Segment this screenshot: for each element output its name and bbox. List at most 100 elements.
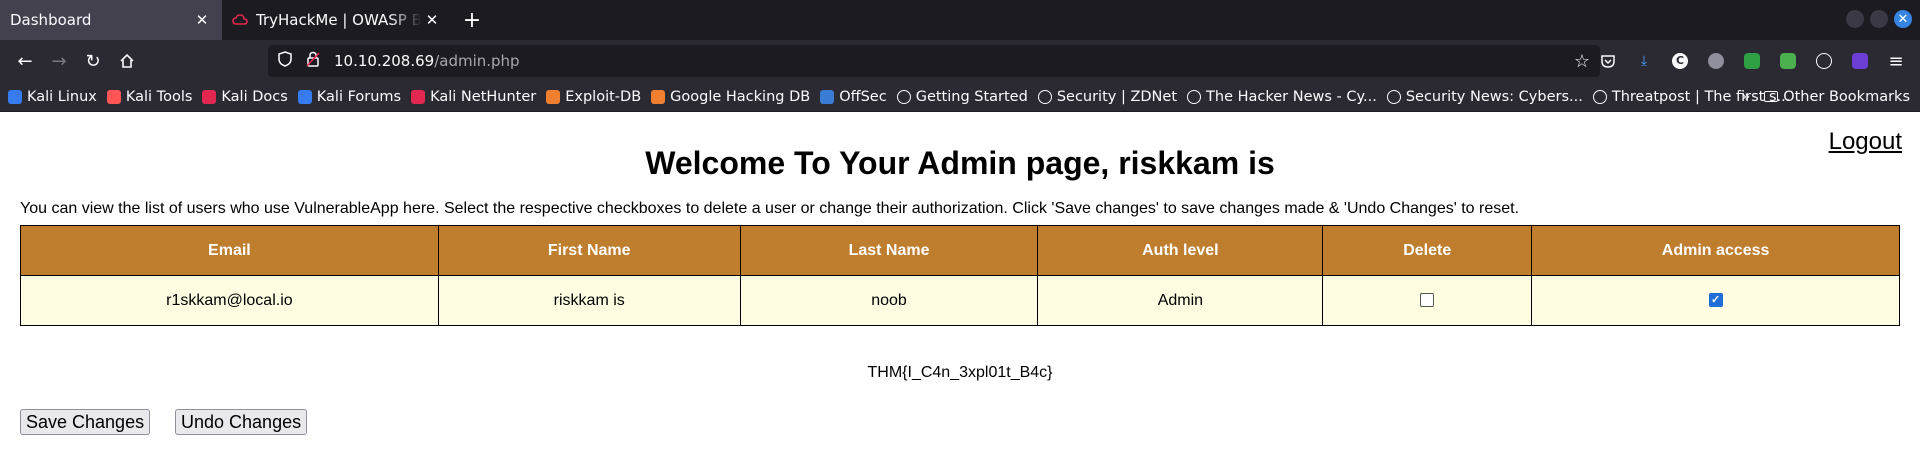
bookmark-item[interactable]: Security News: Cybers...	[1386, 88, 1583, 105]
bookmark-label: Getting Started	[915, 88, 1028, 105]
globe-icon	[1187, 89, 1202, 104]
bookmark-item[interactable]: Kali Forums	[297, 88, 402, 105]
bookmark-label: Kali NetHunter	[430, 88, 537, 105]
close-tab-icon[interactable]: ✕	[422, 11, 442, 29]
cell-delete	[1322, 275, 1533, 326]
home-icon[interactable]	[110, 44, 144, 78]
window-controls: ✕	[1846, 10, 1912, 28]
header-delete: Delete	[1322, 225, 1533, 276]
url-path: /admin.php	[434, 52, 520, 70]
url-host: 10.10.208.69	[334, 52, 435, 70]
bookmark-label: Security News: Cybers...	[1405, 88, 1583, 105]
extension-c-icon[interactable]: C	[1664, 45, 1696, 77]
tab-tryhackme[interactable]: TryHackMe | OWASP Brok ✕	[222, 0, 452, 40]
tryhackme-cloud-icon	[232, 14, 248, 25]
other-bookmarks-label: Other Bookmarks	[1783, 88, 1910, 105]
cell-last-name: noob	[739, 275, 1039, 326]
undo-changes-button[interactable]: Undo Changes	[175, 409, 308, 435]
back-arrow-icon[interactable]: ←	[8, 44, 42, 78]
cell-auth-level: Admin	[1037, 275, 1324, 326]
users-table: Email First Name Last Name Auth level De…	[20, 225, 1900, 326]
bookmark-item[interactable]: Kali NetHunter	[411, 89, 536, 105]
admin-page: Logout Welcome To Your Admin page, riskk…	[0, 112, 1920, 467]
bookmark-item[interactable]: OffSec	[820, 89, 887, 105]
globe-icon	[1386, 89, 1401, 104]
other-bookmarks[interactable]: Other Bookmarks	[1764, 89, 1910, 105]
globe-icon	[1037, 89, 1052, 104]
url-bar[interactable]: 10.10.208.69/admin.php ☆	[268, 45, 1600, 77]
page-description: You can view the list of users who use V…	[20, 200, 1520, 217]
close-tab-icon[interactable]: ✕	[192, 11, 212, 29]
bookmark-label: OffSec	[839, 88, 887, 105]
toolbar-extensions: ⤓ C ≡	[1592, 45, 1912, 77]
cell-first-name: riskkam is	[437, 275, 741, 326]
bookmark-label: The Hacker News - Cy...	[1206, 88, 1377, 105]
exploitdb-icon	[546, 89, 561, 104]
bookmark-item[interactable]: Exploit-DB	[546, 89, 641, 105]
ghdb-icon	[651, 89, 666, 104]
header-last-name: Last Name	[739, 225, 1039, 276]
bookmark-item[interactable]: Kali Docs	[202, 88, 288, 105]
header-auth-level: Auth level	[1037, 225, 1324, 276]
bookmark-item[interactable]: Security | ZDNet	[1037, 88, 1178, 105]
delete-checkbox[interactable]	[1420, 293, 1435, 308]
more-bookmarks-chevron-icon[interactable]: »	[1741, 89, 1750, 105]
forward-arrow-icon[interactable]: →	[42, 44, 76, 78]
table-header-row: Email First Name Last Name Auth level De…	[20, 225, 1900, 276]
bookmark-item[interactable]: Kali Linux	[8, 89, 97, 105]
bookmarks-right: » Other Bookmarks	[1741, 89, 1910, 105]
bookmark-item[interactable]: The Hacker News - Cy...	[1187, 89, 1377, 105]
downloads-icon[interactable]: ⤓	[1628, 45, 1660, 77]
tab-bar: Dashboard ✕ TryHackMe | OWASP Brok ✕ + ✕	[0, 0, 1920, 40]
offsec-icon	[820, 89, 835, 104]
globe-extension-icon[interactable]	[1808, 45, 1840, 77]
bookmarks-toolbar: Kali Linux Kali Tools Kali Docs Kali Forums…	[0, 82, 1920, 112]
bookmark-label: Kali Linux	[27, 88, 97, 105]
header-first-name: First Name	[437, 225, 741, 276]
bookmark-item[interactable]: Kali Tools	[106, 88, 193, 105]
kali-forums-icon	[297, 89, 312, 104]
bookmark-label: Kali Docs	[221, 88, 288, 105]
shield-icon[interactable]	[278, 51, 298, 71]
bookmark-item[interactable]: Google Hacking DB	[651, 89, 810, 105]
flag-text: THM{I_C4n_3xpl01t_B4c}	[867, 364, 1053, 381]
header-email: Email	[20, 225, 439, 276]
kali-icon	[106, 89, 121, 104]
table-row: r1skkam@local.io riskkam is noob Admin ✓	[20, 275, 1900, 326]
cell-email: r1skkam@local.io	[20, 275, 439, 326]
bookmark-label: Kali Tools	[125, 88, 193, 105]
maximize-icon[interactable]	[1870, 10, 1888, 28]
nethunter-icon	[411, 89, 426, 104]
kali-icon	[8, 89, 22, 104]
bookmark-label: Security | ZDNet	[1056, 88, 1178, 105]
extension-circle-icon[interactable]	[1700, 45, 1732, 77]
globe-icon	[896, 89, 911, 104]
header-admin-access: Admin access	[1531, 225, 1900, 276]
page-title: Welcome To Your Admin page, riskkam is	[645, 145, 1275, 181]
cell-admin-access: ✓	[1531, 275, 1900, 326]
folder-icon	[1764, 91, 1779, 102]
extension-purple-icon[interactable]	[1844, 45, 1876, 77]
kali-docs-icon	[202, 89, 217, 104]
menu-hamburger-icon[interactable]: ≡	[1880, 45, 1912, 77]
globe-icon	[1592, 89, 1607, 104]
bookmark-item[interactable]: Getting Started	[896, 88, 1028, 105]
extension-green-icon[interactable]	[1736, 45, 1768, 77]
nav-bar: ← → ↻ 10.10.208.69/admin.php ☆ ⤓ C ≡	[0, 40, 1920, 82]
insecure-lock-icon[interactable]	[306, 51, 326, 71]
burp-extension-icon[interactable]	[1772, 45, 1804, 77]
save-changes-button[interactable]: Save Changes	[20, 409, 151, 435]
bookmark-label: Google Hacking DB	[670, 88, 811, 105]
minimize-icon[interactable]	[1846, 10, 1864, 28]
new-tab-button[interactable]: +	[452, 0, 492, 40]
reload-icon[interactable]: ↻	[76, 44, 110, 78]
pocket-icon[interactable]	[1592, 45, 1624, 77]
bookmark-star-icon[interactable]: ☆	[1574, 51, 1590, 72]
tab-title: Dashboard	[10, 11, 92, 29]
bookmark-label: Kali Forums	[316, 88, 402, 105]
tab-dashboard[interactable]: Dashboard ✕	[0, 0, 222, 40]
close-window-icon[interactable]: ✕	[1894, 10, 1912, 28]
admin-access-checkbox[interactable]: ✓	[1708, 293, 1723, 308]
tab-title: TryHackMe | OWASP Brok	[256, 11, 422, 29]
bookmark-label: Exploit-DB	[565, 88, 642, 105]
